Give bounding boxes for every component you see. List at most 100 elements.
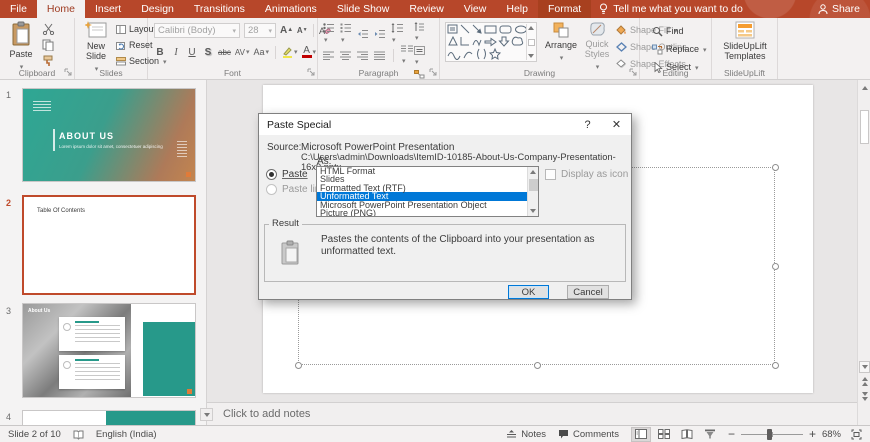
tab-home[interactable]: Home: [36, 0, 85, 18]
share-button[interactable]: Share: [808, 0, 870, 18]
resize-handle-top-right[interactable]: [771, 163, 779, 171]
tab-file[interactable]: File: [0, 0, 37, 18]
replace-button[interactable]: Replace: [652, 42, 707, 56]
highlight-color-button[interactable]: [282, 45, 298, 59]
font-dialog-launcher-icon[interactable]: [307, 68, 315, 76]
italic-button[interactable]: I: [170, 45, 182, 59]
find-button[interactable]: Find: [652, 24, 707, 38]
increase-font-size-button[interactable]: A ▲: [280, 23, 293, 37]
next-slide-button[interactable]: [858, 390, 870, 402]
slide-show-button[interactable]: [700, 427, 720, 442]
line-spacing-icon[interactable]: [391, 23, 403, 45]
shapes-gallery-scrollbar[interactable]: [526, 24, 535, 60]
scroll-down-button[interactable]: [859, 361, 870, 373]
previous-slide-button[interactable]: [858, 375, 870, 387]
tab-view[interactable]: View: [454, 0, 497, 18]
format-painter-icon[interactable]: [42, 55, 55, 67]
justify-icon[interactable]: [374, 51, 386, 60]
copy-icon[interactable]: [42, 39, 55, 51]
strikethrough-button[interactable]: abc: [218, 45, 231, 59]
notes-toggle-button[interactable]: Notes: [500, 426, 552, 442]
tab-animations[interactable]: Animations: [255, 0, 327, 18]
paste-as-listbox[interactable]: HTML Format Slides Formatted Text (RTF) …: [316, 166, 539, 217]
cut-icon[interactable]: [42, 23, 55, 35]
columns-icon[interactable]: [401, 45, 413, 66]
shapes-more-button[interactable]: [527, 38, 535, 46]
decrease-indent-icon[interactable]: [357, 29, 369, 39]
numbering-icon[interactable]: [340, 23, 352, 45]
tell-me-box[interactable]: Tell me what you want to do: [591, 0, 751, 18]
font-size-combo[interactable]: 28: [244, 23, 276, 38]
tab-slide-show[interactable]: Slide Show: [327, 0, 400, 18]
arrange-button[interactable]: Arrange: [542, 22, 580, 64]
clipboard-dialog-launcher-icon[interactable]: [64, 68, 72, 76]
comments-toggle-button[interactable]: Comments: [552, 426, 625, 442]
increase-indent-icon[interactable]: [374, 29, 386, 39]
slide-3-thumbnail[interactable]: About Us: [22, 303, 196, 398]
paragraph-dialog-launcher-icon[interactable]: [429, 68, 437, 76]
zoom-out-button[interactable]: −: [726, 426, 737, 442]
shapes-scroll-up-icon[interactable]: [528, 26, 534, 30]
display-as-icon-checkbox[interactable]: [545, 169, 556, 180]
listbox-scroll-down-button[interactable]: [528, 206, 538, 216]
font-color-button[interactable]: A: [301, 45, 317, 59]
ok-button[interactable]: OK: [508, 285, 549, 299]
drawing-dialog-launcher-icon[interactable]: [629, 68, 637, 76]
align-right-icon[interactable]: [357, 51, 369, 60]
resize-handle-bottom-right[interactable]: [771, 361, 779, 369]
notes-splitter-button[interactable]: [200, 408, 213, 421]
slide-1-thumbnail[interactable]: ABOUT US Lorem ipsum dolor sit amet, con…: [22, 88, 196, 182]
dialog-help-button[interactable]: ?: [573, 114, 602, 135]
new-slide-button[interactable]: New Slide: [79, 21, 113, 75]
bullets-icon[interactable]: [323, 23, 335, 45]
font-name-combo[interactable]: Calibri (Body): [154, 23, 240, 38]
listbox-scrollbar[interactable]: [527, 167, 538, 216]
zoom-level[interactable]: 68%: [818, 426, 845, 442]
language-indicator[interactable]: English (India): [90, 426, 163, 442]
tab-design[interactable]: Design: [131, 0, 184, 18]
slide-2-thumbnail[interactable]: Table Of Contents: [22, 195, 196, 295]
character-spacing-button[interactable]: AV: [235, 45, 250, 59]
cancel-button[interactable]: Cancel: [567, 285, 609, 299]
tab-help[interactable]: Help: [496, 0, 538, 18]
resize-handle-middle-right[interactable]: [771, 262, 779, 270]
align-center-icon[interactable]: [340, 51, 352, 60]
shapes-gallery[interactable]: [445, 22, 537, 62]
paste-link-radio[interactable]: [266, 184, 277, 195]
paste-radio-row[interactable]: Paste: [266, 169, 308, 180]
decrease-font-size-button[interactable]: A ▼: [296, 23, 308, 37]
underline-button[interactable]: U: [186, 45, 198, 59]
scroll-up-button[interactable]: [858, 82, 870, 94]
align-left-icon[interactable]: [323, 51, 335, 60]
zoom-slider[interactable]: [740, 428, 803, 440]
align-text-icon[interactable]: [414, 46, 425, 67]
dialog-close-button[interactable]: ✕: [602, 114, 631, 135]
listbox-scroll-up-button[interactable]: [528, 167, 538, 177]
scrollbar-thumb[interactable]: [860, 110, 869, 144]
display-as-icon-row[interactable]: Display as icon: [545, 169, 628, 180]
notes-pane[interactable]: Click to add notes: [207, 402, 857, 425]
slide-sorter-view-button[interactable]: [654, 427, 674, 442]
resize-handle-bottom-middle[interactable]: [533, 361, 541, 369]
text-direction-icon[interactable]: [414, 22, 425, 43]
listbox-scrollbar-thumb[interactable]: [529, 179, 538, 191]
slideuplift-templates-button[interactable]: SlideUpLift Templates: [720, 21, 770, 61]
slide-4-thumbnail[interactable]: [22, 410, 196, 425]
tab-format[interactable]: Format: [537, 0, 592, 18]
text-shadow-button[interactable]: S: [202, 45, 214, 59]
quick-styles-button[interactable]: Quick Styles: [580, 22, 614, 73]
spell-check-icon[interactable]: [67, 426, 90, 442]
normal-view-button[interactable]: [630, 426, 651, 442]
zoom-in-button[interactable]: +: [807, 426, 818, 442]
reading-view-button[interactable]: [677, 427, 697, 442]
paste-radio[interactable]: [266, 169, 277, 180]
change-case-button[interactable]: Aa: [254, 45, 270, 59]
fit-slide-to-window-button[interactable]: [845, 426, 870, 442]
vertical-scrollbar[interactable]: [857, 80, 870, 425]
paste-button[interactable]: Paste: [6, 21, 36, 73]
zoom-slider-thumb[interactable]: [767, 428, 772, 440]
resize-handle-bottom-left[interactable]: [294, 361, 302, 369]
notes-placeholder-text[interactable]: Click to add notes: [223, 408, 310, 420]
shapes-scroll-down-icon[interactable]: [528, 54, 534, 58]
tab-transitions[interactable]: Transitions: [184, 0, 255, 18]
